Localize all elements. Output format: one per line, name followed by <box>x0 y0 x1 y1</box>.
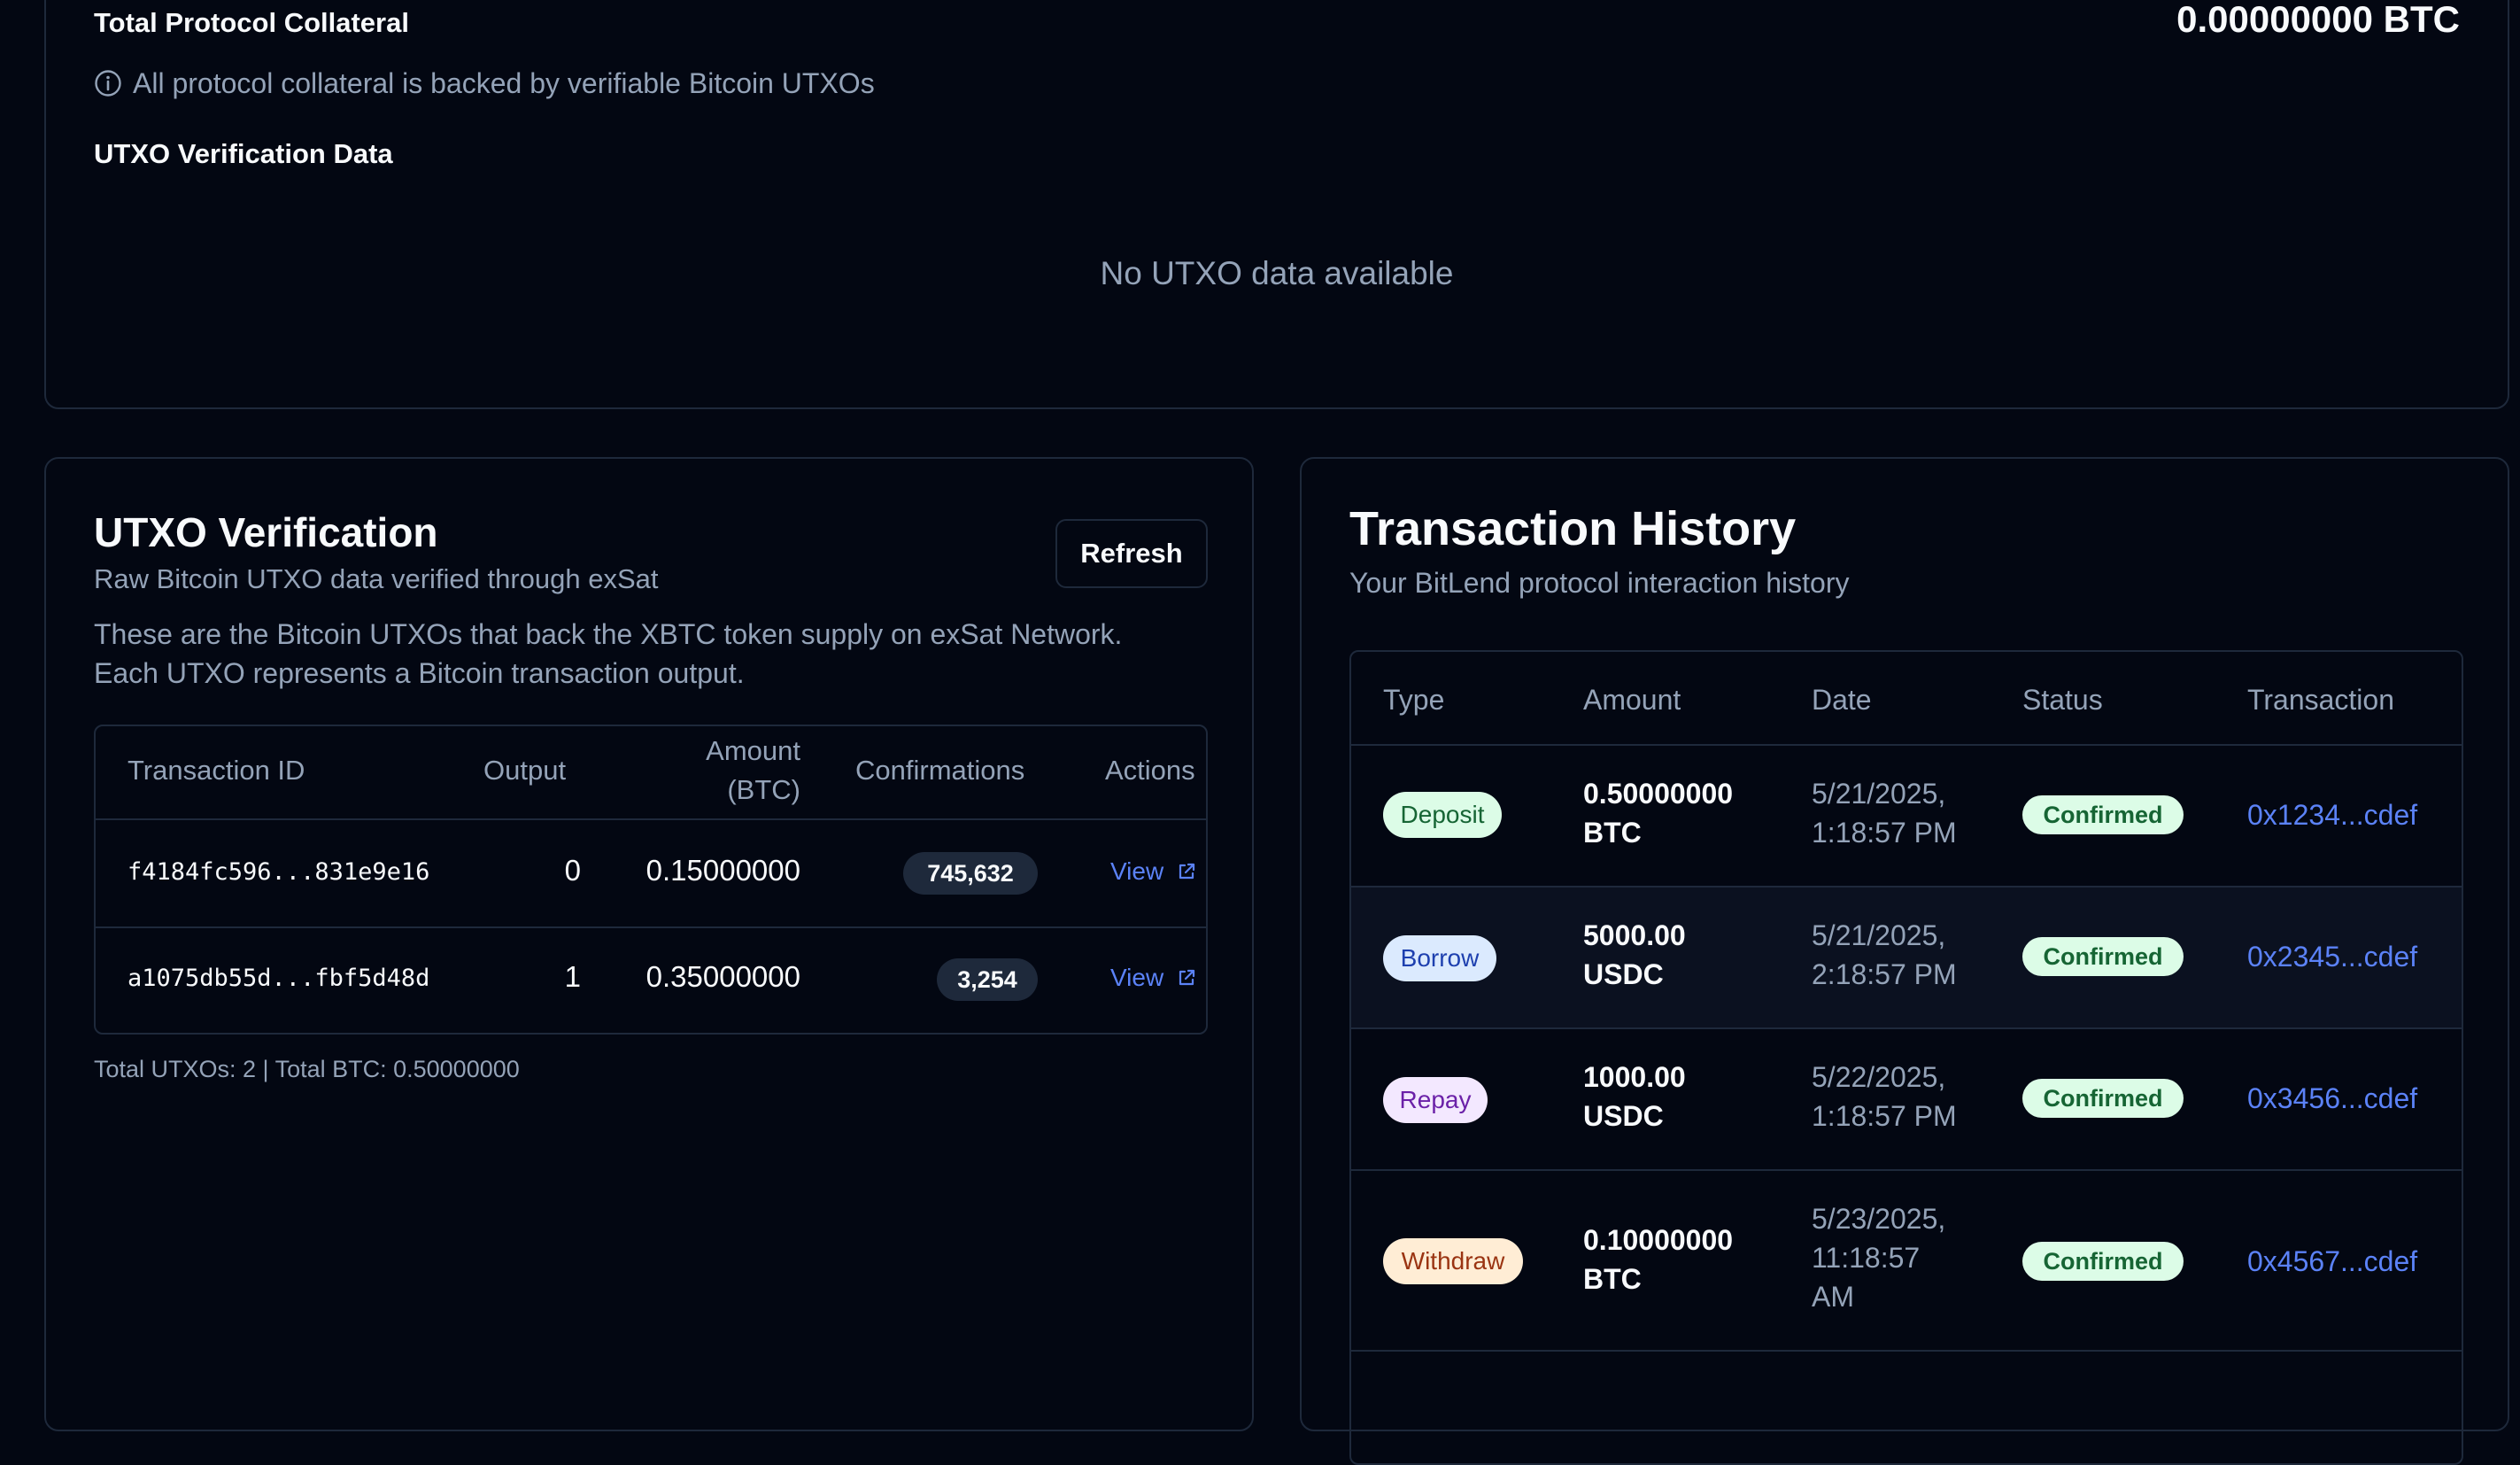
collateral-title: Total Protocol Collateral <box>94 7 409 38</box>
history-subtitle: Your BitLend protocol interaction histor… <box>1349 567 1850 599</box>
tx-time: 11:18:57 <box>1812 1242 1921 1274</box>
tx-hash-link[interactable]: 0x4567...cdef <box>2247 1245 2417 1278</box>
col-header-amount-unit: (BTC) <box>727 774 800 805</box>
tx-amount: 1000.00 <box>1583 1061 1686 1093</box>
tx-amount-unit: USDC <box>1583 958 1664 990</box>
utxo-output: 1 <box>564 960 581 993</box>
tx-amount: 5000.00 <box>1583 919 1686 951</box>
utxo-description-line1: These are the Bitcoin UTXOs that back th… <box>94 618 1123 650</box>
utxo-amount: 0.35000000 <box>645 960 800 993</box>
transaction-history-card: Transaction History Your BitLend protoco… <box>1300 457 2509 1465</box>
tx-time-ampm: AM <box>1812 1281 1854 1313</box>
col-header-amount: Amount <box>1583 684 1681 716</box>
utxo-output: 0 <box>564 854 581 887</box>
utxo-card-title: UTXO Verification <box>94 509 438 555</box>
tx-amount: 0.10000000 <box>1583 1224 1734 1256</box>
type-badge-repay: Repay <box>1383 1077 1488 1123</box>
status-badge: Confirmed <box>2022 795 2184 834</box>
tx-date: 5/22/2025, <box>1812 1061 1946 1093</box>
view-link-label: View <box>1110 857 1164 885</box>
view-link[interactable]: View <box>1110 857 1197 888</box>
utxo-table: Transaction ID Output Amount (BTC) Confi… <box>94 725 1208 1035</box>
tx-date: 5/21/2025, <box>1812 778 1946 810</box>
tx-hash-link[interactable]: 0x1234...cdef <box>2247 799 2417 832</box>
col-header-output: Output <box>483 755 567 786</box>
view-link-label: View <box>1110 964 1164 991</box>
info-icon <box>94 69 122 102</box>
col-header-type: Type <box>1383 684 1445 716</box>
external-link-icon <box>1176 966 1197 995</box>
view-link[interactable]: View <box>1110 964 1197 995</box>
table-row: Withdraw 0.10000000 BTC 5/23/2025, 11:18… <box>1351 1171 2462 1350</box>
col-header-txid: Transaction ID <box>128 755 305 786</box>
col-header-amount: Amount <box>706 735 800 766</box>
collateral-note: All protocol collateral is backed by ver… <box>133 67 875 99</box>
table-row: Borrow 5000.00 USDC 5/21/2025, 2:18:57 P… <box>1351 888 2462 1027</box>
table-row: Deposit 0.50000000 BTC 5/21/2025, 1:18:5… <box>1351 746 2462 886</box>
confirmations-badge: 745,632 <box>903 852 1038 895</box>
status-badge: Confirmed <box>2022 937 2184 976</box>
history-table: Type Amount Date Status Transaction Depo… <box>1349 650 2463 1465</box>
tx-amount-unit: BTC <box>1583 817 1642 849</box>
utxo-data-heading: UTXO Verification Data <box>94 138 393 169</box>
external-link-icon <box>1176 860 1197 888</box>
col-header-status: Status <box>2022 684 2103 716</box>
type-badge-deposit: Deposit <box>1383 792 1502 838</box>
utxo-description-line2: Each UTXO represents a Bitcoin transacti… <box>94 657 745 689</box>
tx-amount-unit: BTC <box>1583 1263 1642 1295</box>
tx-hash-link[interactable]: 0x3456...cdef <box>2247 1082 2417 1115</box>
collateral-card: Total Protocol Collateral 0.00000000 BTC… <box>44 0 2509 409</box>
tx-date: 5/23/2025, <box>1812 1203 1946 1235</box>
utxo-amount: 0.15000000 <box>645 854 800 887</box>
type-badge-borrow: Borrow <box>1383 935 1496 981</box>
history-title: Transaction History <box>1349 502 1797 555</box>
utxo-verification-card: UTXO Verification Raw Bitcoin UTXO data … <box>44 457 1254 1431</box>
utxo-txid: a1075db55d...fbf5d48d <box>128 965 430 992</box>
tx-date: 5/21/2025, <box>1812 919 1946 951</box>
status-badge: Confirmed <box>2022 1079 2184 1118</box>
table-row: Repay 1000.00 USDC 5/22/2025, 1:18:57 PM… <box>1351 1029 2462 1169</box>
tx-amount: 0.50000000 <box>1583 778 1734 810</box>
utxo-card-subtitle: Raw Bitcoin UTXO data verified through e… <box>94 563 659 594</box>
tx-hash-link[interactable]: 0x2345...cdef <box>2247 941 2417 973</box>
col-header-actions: Actions <box>1105 755 1195 786</box>
tx-time: 1:18:57 PM <box>1812 1100 1957 1132</box>
collateral-value: 0.00000000 BTC <box>2176 0 2460 40</box>
col-header-confirmations: Confirmations <box>855 755 1025 786</box>
utxo-txid: f4184fc596...831e9e16 <box>128 858 430 886</box>
confirmations-badge: 3,254 <box>937 958 1038 1001</box>
utxo-summary: Total UTXOs: 2 | Total BTC: 0.50000000 <box>94 1056 520 1082</box>
type-badge-withdraw: Withdraw <box>1383 1238 1523 1284</box>
status-badge: Confirmed <box>2022 1242 2184 1281</box>
tx-time: 1:18:57 PM <box>1812 817 1957 849</box>
empty-state-text: No UTXO data available <box>1100 255 1454 291</box>
refresh-button[interactable]: Refresh <box>1055 519 1208 588</box>
tx-time: 2:18:57 PM <box>1812 958 1957 990</box>
col-header-date: Date <box>1812 684 1872 716</box>
tx-amount-unit: USDC <box>1583 1100 1664 1132</box>
col-header-transaction: Transaction <box>2247 684 2394 716</box>
